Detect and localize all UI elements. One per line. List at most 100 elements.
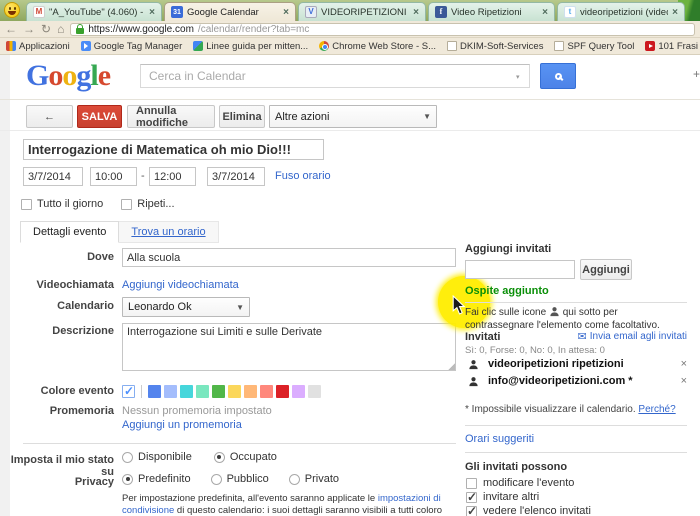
color-swatch[interactable] [276,385,289,398]
browser-tab-google-calendar[interactable]: 31 Google Calendar × [164,2,296,21]
remove-guest-icon[interactable]: × [681,358,687,370]
color-swatch[interactable] [228,385,241,398]
tab-close-icon[interactable]: × [413,7,419,18]
color-swatch[interactable] [164,385,177,398]
suggested-times-link[interactable]: Orari suggeriti [465,433,534,445]
forward-icon[interactable]: → [23,23,35,35]
perm-invite-checkbox[interactable]: invitare altri [466,490,539,504]
guests-header: Invitati ✉ Invia email agli invitati [465,330,687,344]
radio-icon [122,451,133,463]
guest-added-toast: Ospite aggiunto [465,285,549,297]
default-color-checkbox[interactable] [122,384,135,398]
all-day-checkbox[interactable]: Tutto il giorno [21,198,103,210]
https-lock-icon [76,23,85,34]
color-swatch[interactable] [212,385,225,398]
radio-predefinito[interactable]: Predefinito [122,473,191,485]
save-button[interactable]: SALVA [77,105,122,128]
page-icon [554,41,565,51]
browser-tab-youtube[interactable]: M "A_YouTube" (4.060) - video × [26,2,162,21]
calendar-favicon-icon: 31 [171,6,183,18]
timezone-link[interactable]: Fuso orario [275,170,331,182]
search-icon [554,72,562,80]
textarea-resize-handle[interactable] [448,363,455,370]
description-textarea[interactable]: Interrogazione sui Limiti e sulle Deriva… [122,323,456,371]
add-guest-button[interactable]: Aggiungi [580,259,632,280]
bookmark-dkim[interactable]: DKIM-Soft-Services [447,41,543,52]
bookmark-applicazioni[interactable]: Applicazioni [6,41,70,52]
add-video-call-link[interactable]: Aggiungi videochiamata [122,279,239,291]
browser-tab-facebook[interactable]: f Video Ripetizioni × [428,2,555,21]
bookmark-linee-guida[interactable]: Linee guida per mitten... [193,41,308,52]
remove-guest-icon[interactable]: × [681,375,687,387]
delete-button[interactable]: Elimina [219,105,265,128]
discard-changes-button[interactable]: Annulla modifiche [127,105,215,129]
email-guests-link[interactable]: ✉ Invia email agli invitati [578,330,687,343]
bookmark-chrome-web-store[interactable]: Chrome Web Store - S... [319,41,436,52]
color-swatch[interactable] [260,385,273,398]
show-me-as-label: Imposta il mio stato su [10,454,114,478]
time-range-dash: - [141,170,145,182]
checkbox-icon [121,198,133,210]
search-button[interactable] [540,63,576,89]
event-title-input[interactable] [23,139,324,160]
url-bar[interactable]: https://www.google.com/calendar/render?t… [70,22,695,36]
calendar-select[interactable]: Leonardo Ok ▼ [122,297,250,317]
start-time-input[interactable] [90,167,137,186]
browser-tab-videoripetizioni[interactable]: V VIDEORIPETIZIONI - IMPARA × [298,2,426,21]
radio-icon [213,451,225,463]
person-icon[interactable] [468,376,479,387]
tab-close-icon[interactable]: × [283,7,289,18]
tab-close-icon[interactable]: × [672,7,678,18]
more-actions-select[interactable]: Altre azioni ▼ [269,105,437,128]
tab-close-icon[interactable]: × [149,7,155,18]
divider [465,452,687,453]
chevron-down-icon: ▼ [236,302,244,312]
end-time-input[interactable] [149,167,196,186]
perm-modify-checkbox[interactable]: modificare l'evento [466,477,574,489]
tab-event-details[interactable]: Dettagli evento [20,221,120,243]
tab-find-time[interactable]: Trova un orario [119,221,219,243]
radio-privato[interactable]: Privato [288,473,339,485]
checkbox-icon [466,477,477,489]
color-swatch[interactable] [196,385,209,398]
person-icon[interactable] [468,359,479,370]
color-swatch[interactable] [244,385,257,398]
perm-see-list-checkbox[interactable]: vedere l'elenco invitati [466,504,591,516]
color-swatch[interactable] [292,385,305,398]
browser-tab-twitter[interactable]: t videoripetizioni (videorip) su × [557,2,685,21]
divider [465,425,687,426]
divider [141,385,142,398]
radio-pubblico[interactable]: Pubblico [210,473,269,485]
youtube-icon [645,41,656,51]
end-date-input[interactable] [207,167,265,186]
mouse-cursor [452,295,466,315]
back-icon[interactable]: ← [5,23,17,35]
add-reminder-link[interactable]: Aggiungi un promemoria [122,419,242,431]
checkbox-icon [21,198,32,210]
bookmark-google-tag-manager[interactable]: Google Tag Manager [80,41,182,52]
radio-disponibile[interactable]: Disponibile [122,451,192,463]
bookmark-spf[interactable]: SPF Query Tool [554,41,634,52]
bookmark-101-frasi[interactable]: 101 Frasi Motivazionali... [645,41,700,52]
home-icon[interactable]: ⌂ [57,23,64,35]
color-swatch[interactable] [180,385,193,398]
event-tabs: Dettagli evento Trova un orario [20,221,219,243]
search-input[interactable] [140,64,530,88]
add-guest-input[interactable] [465,260,575,279]
start-date-input[interactable] [23,167,83,186]
chrome-store-icon [319,41,330,51]
checkbox-icon [466,490,477,504]
repeat-checkbox[interactable]: Ripeti... [121,198,175,210]
rsvp-summary: Sì: 0, Forse: 0, No: 0, In attesa: 0 [465,345,605,356]
reload-icon[interactable]: ↻ [41,23,51,35]
why-link[interactable]: Perché? [638,404,675,415]
where-input[interactable] [122,248,456,267]
radio-occupato[interactable]: Occupato [213,451,277,463]
envelope-icon: ✉ [577,331,587,343]
back-to-calendar-button[interactable]: ← [26,105,73,128]
search-dropdown-icon[interactable]: ▾ [516,73,520,81]
color-swatch[interactable] [148,385,161,398]
site-favicon-icon: V [305,6,317,18]
color-swatch[interactable] [308,385,321,398]
tab-close-icon[interactable]: × [542,7,548,18]
